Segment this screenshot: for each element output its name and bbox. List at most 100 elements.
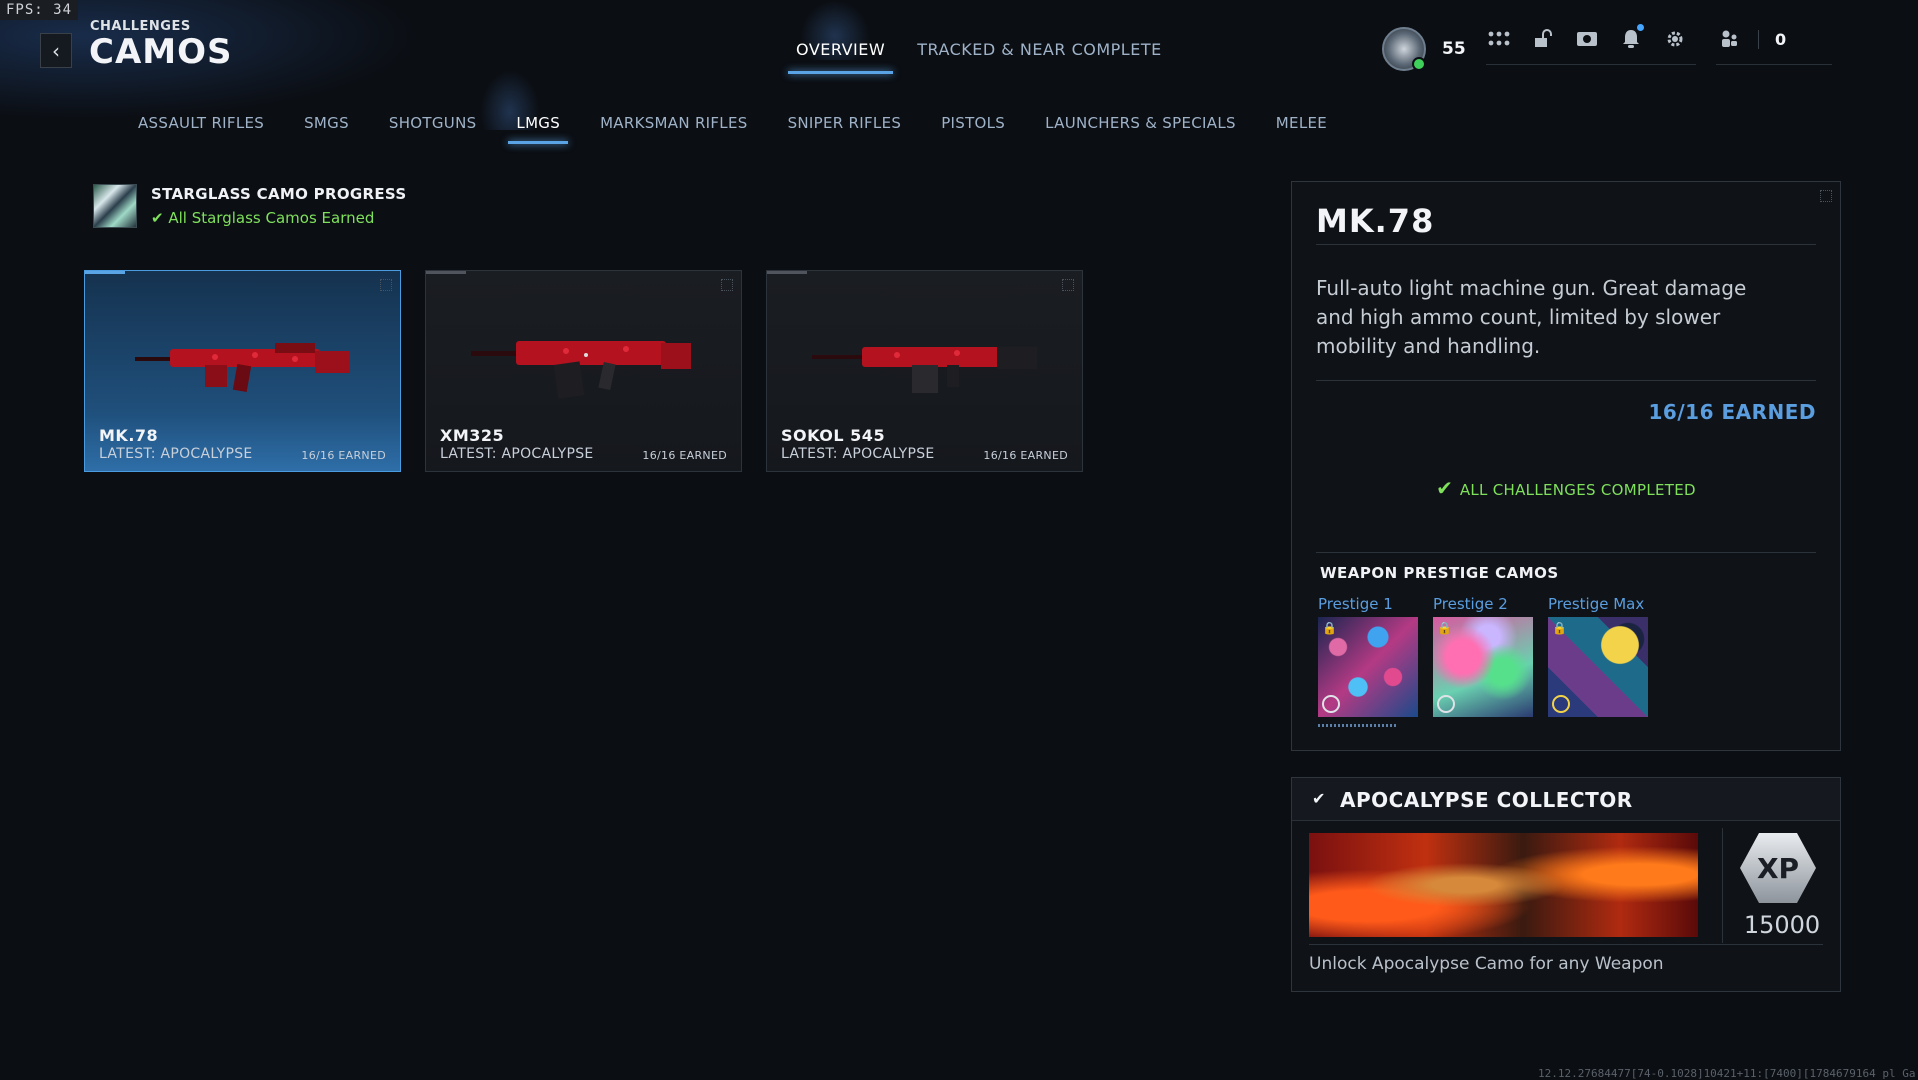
bell-icon[interactable] (1618, 24, 1644, 52)
weapon-earned: 16/16 EARNED (642, 449, 727, 462)
weapon-latest-camo: LATEST: APOCALYPSE (99, 446, 253, 462)
weapon-earned: 16/16 EARNED (301, 449, 386, 462)
prestige-camo-list: Prestige 1 🔒 Prestige 2 🔒 Prestige Max 🔒 (1318, 595, 1648, 717)
apocalypse-collector-panel[interactable]: ✔ APOCALYPSE COLLECTOR XP 15000 Unlock A… (1291, 777, 1841, 992)
weapon-name: XM325 (440, 426, 505, 445)
divider (1316, 552, 1816, 553)
divider (1309, 944, 1823, 945)
checkmark-icon: ✔ (1436, 476, 1460, 500)
party-icon (1716, 26, 1742, 52)
xp-badge-icon: XP (1735, 830, 1821, 906)
store-icon[interactable] (1574, 26, 1600, 52)
checkmark-icon: ✔ (1312, 789, 1326, 808)
card-progress-bar (767, 271, 807, 274)
prestige-camos-title: WEAPON PRESTIGE CAMOS (1320, 564, 1559, 582)
lmg-weapon-icon (471, 341, 691, 399)
fps-counter: FPS: 34 (0, 0, 79, 20)
category-tab-pistols[interactable]: PISTOLS (921, 114, 1025, 142)
lock-icon: 🔒 (1437, 621, 1452, 635)
player-level: 55 (1442, 39, 1466, 59)
category-tab-marksman-rifles[interactable]: MARKSMAN RIFLES (580, 114, 768, 142)
starglass-camo-icon (93, 184, 137, 228)
detail-earned-count: 16/16 EARNED (1648, 400, 1816, 424)
prestige-badge-icon (1437, 695, 1455, 713)
weapon-latest-camo: LATEST: APOCALYPSE (781, 446, 935, 462)
category-tab-lmgs[interactable]: LMGS (496, 114, 580, 144)
party-count: 0 (1758, 29, 1786, 49)
weapon-name: MK.78 (99, 426, 159, 445)
back-button[interactable]: ‹ (40, 33, 72, 68)
weapon-name: SOKOL 545 (781, 426, 886, 445)
prestige-label: Prestige 2 (1433, 595, 1508, 613)
prestige-camo-swatch: 🔒 (1318, 617, 1418, 717)
lock-icon: 🔒 (1322, 621, 1337, 635)
collector-title: APOCALYPSE COLLECTOR (1340, 788, 1633, 812)
xp-label: XP (1756, 851, 1800, 885)
category-tab-sniper-rifles[interactable]: SNIPER RIFLES (768, 114, 922, 142)
collector-description: Unlock Apocalypse Camo for any Weapon (1309, 954, 1664, 974)
party-widget[interactable]: 0 (1716, 26, 1832, 65)
notification-dot (1637, 24, 1644, 31)
gear-icon[interactable] (1662, 26, 1688, 52)
divider (1316, 380, 1816, 381)
category-tab-melee[interactable]: MELEE (1256, 114, 1347, 142)
weapon-card-sokol-545[interactable]: SOKOL 545 LATEST: APOCALYPSE 16/16 EARNE… (766, 270, 1083, 472)
lmg-weapon-icon (135, 343, 350, 393)
prestige-label: Prestige 1 (1318, 595, 1393, 613)
detail-weapon-title: MK.78 (1316, 202, 1435, 240)
divider (1316, 244, 1816, 245)
prestige-badge-icon (1552, 695, 1570, 713)
starglass-status-text: All Starglass Camos Earned (168, 209, 375, 227)
lmg-weapon-icon (812, 347, 1037, 393)
weapon-latest-camo: LATEST: APOCALYPSE (440, 446, 594, 462)
debug-build-string: 12.12.27684477[74-0.1028]10421+11:[7400]… (1538, 1067, 1918, 1080)
prestige-progress-bar (1318, 724, 1398, 727)
starglass-status: ✔ All Starglass Camos Earned (151, 209, 406, 227)
starglass-title: STARGLASS CAMO PROGRESS (151, 185, 407, 203)
prestige-camo-swatch: 🔒 (1433, 617, 1533, 717)
prestige-label: Prestige Max (1548, 595, 1645, 613)
panel-corner-icon (1820, 190, 1832, 202)
utility-icon-bar (1486, 24, 1696, 65)
category-tab-assault-rifles[interactable]: ASSAULT RIFLES (118, 114, 284, 142)
player-info[interactable]: 55 (1382, 27, 1466, 71)
menu-grid-icon[interactable] (1486, 26, 1512, 52)
weapon-earned: 16/16 EARNED (983, 449, 1068, 462)
weapon-detail-panel: MK.78 Full-auto light machine gun. Great… (1291, 181, 1841, 751)
card-corner-icon (721, 279, 733, 291)
weapon-card-xm325[interactable]: XM325 LATEST: APOCALYPSE 16/16 EARNED (425, 270, 742, 472)
xp-reward-amount: 15000 (1743, 911, 1821, 939)
fps-value: 34 (53, 2, 73, 18)
category-tab-launchers-specials[interactable]: LAUNCHERS & SPECIALS (1025, 114, 1256, 142)
challenges-completed-text: ALL CHALLENGES COMPLETED (1459, 481, 1696, 499)
page-title: CAMOS (89, 32, 233, 72)
prestige-camo-1[interactable]: Prestige 1 🔒 (1318, 595, 1418, 717)
category-tab-shotguns[interactable]: SHOTGUNS (369, 114, 497, 142)
fps-label: FPS: (6, 2, 44, 18)
collector-header: ✔ APOCALYPSE COLLECTOR (1292, 778, 1840, 821)
chevron-left-icon: ‹ (52, 38, 60, 63)
weapon-grid: MK.78 LATEST: APOCALYPSE 16/16 EARNED XM… (84, 270, 1083, 472)
prestige-camo-2[interactable]: Prestige 2 🔒 (1433, 595, 1533, 717)
prestige-badge-icon (1322, 695, 1340, 713)
category-tab-smgs[interactable]: SMGS (284, 114, 369, 142)
challenges-completed: ✔ ALL CHALLENGES COMPLETED (1292, 476, 1840, 500)
tab-tracked-near-complete[interactable]: TRACKED & NEAR COMPLETE (901, 40, 1178, 70)
weapon-card-mk78[interactable]: MK.78 LATEST: APOCALYPSE 16/16 EARNED (84, 270, 401, 472)
tab-overview[interactable]: OVERVIEW (780, 40, 901, 74)
checkmark-icon: ✔ (151, 209, 169, 227)
lock-icon: 🔒 (1552, 621, 1567, 635)
card-corner-icon (380, 279, 392, 291)
apocalypse-camo-artwork (1309, 833, 1698, 937)
category-tabs: ASSAULT RIFLES SMGS SHOTGUNS LMGS MARKSM… (118, 114, 1347, 144)
card-corner-icon (1062, 279, 1074, 291)
card-progress-bar (426, 271, 466, 274)
card-progress-bar (85, 271, 125, 274)
detail-description: Full-auto light machine gun. Great damag… (1316, 276, 1747, 358)
top-tabs: OVERVIEW TRACKED & NEAR COMPLETE (780, 40, 1178, 74)
prestige-camo-max[interactable]: Prestige Max 🔒 (1548, 595, 1648, 717)
prestige-camo-swatch: 🔒 (1548, 617, 1648, 717)
avatar[interactable] (1382, 27, 1426, 71)
unlock-icon[interactable] (1530, 26, 1556, 52)
starglass-progress[interactable]: STARGLASS CAMO PROGRESS ✔ All Starglass … (93, 184, 406, 228)
